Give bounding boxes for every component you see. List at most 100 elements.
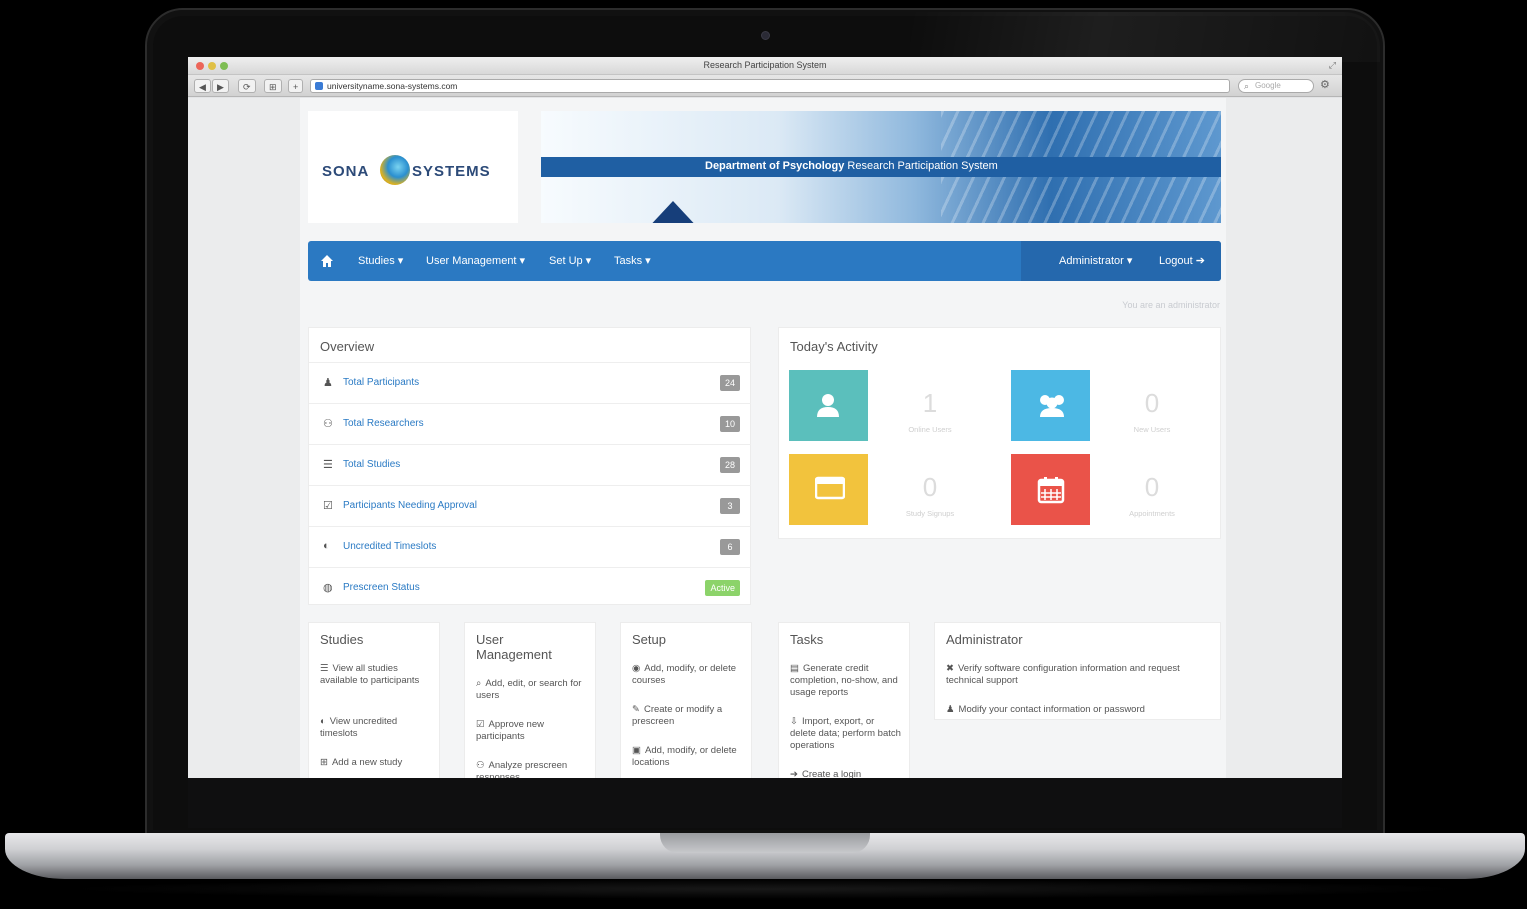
group-icon (1040, 395, 1064, 417)
user-management-section-title: User Management (476, 632, 552, 662)
studies-section-title: Studies (320, 632, 364, 647)
search-input[interactable]: ⌕ Google (1238, 79, 1314, 93)
overview-row[interactable]: ♟ Total Participants 24 (309, 362, 751, 403)
setup-link-label: Create or modify a prescreen (632, 704, 723, 727)
url-bar[interactable]: universityname.sona-systems.com (310, 79, 1230, 93)
overview-row-label[interactable]: Total Researchers (343, 418, 424, 429)
tasks-link-data[interactable]: ⇩ Import, export, or delete data; perform… (790, 716, 902, 752)
laptop-shadow (60, 879, 1470, 899)
setup-link-locations[interactable]: ▣ Add, modify, or delete locations (632, 745, 744, 769)
main-navbar: Studies ▾ User Management ▾ Set Up ▾ Tas… (308, 241, 1221, 281)
studies-link-view-all[interactable]: ☰ View all studies available to participa… (320, 663, 430, 687)
tasks-link-label: Import, export, or delete data; perform … (790, 716, 901, 751)
users-link-search[interactable]: ⌕ Add, edit, or search for users (476, 678, 588, 702)
overview-row[interactable]: ☰ Total Studies 28 (309, 444, 751, 485)
overview-row-badge: 6 (720, 539, 740, 555)
screen-bezel (188, 778, 1342, 828)
studies-link-label: View all studies available to participan… (320, 663, 420, 686)
study-signups-tile[interactable] (789, 454, 868, 525)
tools-icon: ✖ (946, 663, 954, 674)
online-users-count: 1 (922, 388, 938, 418)
nav-administrator[interactable]: Administrator ▾ (1059, 254, 1132, 267)
users-link-prescreen[interactable]: ⚇ Analyze prescreen responses (476, 760, 588, 778)
overview-row-badge: Active (705, 580, 740, 596)
new-users-tile[interactable] (1011, 370, 1090, 441)
overview-row[interactable]: ◐ Uncredited Timeslots 6 (309, 526, 751, 567)
administrator-section-title: Administrator (946, 632, 1023, 647)
studies-link-add[interactable]: ⊞ Add a new study (320, 757, 430, 769)
edit-icon: ✎ (632, 704, 640, 715)
tasks-section: Tasks ▤ Generate credit completion, no-sh… (778, 622, 910, 778)
overview-row[interactable]: ⚇ Total Researchers 10 (309, 403, 751, 444)
study-signups-label: Study Signups (905, 509, 955, 518)
courses-icon: ◉ (632, 663, 641, 674)
studies-link-uncredited[interactable]: ◐ View uncredited timeslots (320, 716, 430, 740)
admin-link-label: Modify your contact information or passw… (958, 704, 1145, 715)
tasks-link-label: Create a login (801, 769, 862, 778)
users-link-label: Analyze prescreen responses (476, 760, 568, 778)
check-icon: ☑ (323, 500, 333, 512)
appointments-label: Appointments (1129, 509, 1175, 518)
activity-panel: Today's Activity 1 Online Users 0 New Us… (778, 327, 1221, 539)
back-button[interactable]: ◀ (194, 79, 211, 93)
gear-icon[interactable]: ⚙ (1320, 79, 1330, 92)
setup-section: Setup ◉ Add, modify, or delete courses ✎ C… (620, 622, 752, 778)
online-users-label: Online Users (908, 425, 952, 434)
logo-swirl-icon (380, 155, 410, 185)
search-placeholder: Google (1255, 81, 1281, 90)
overview-row[interactable]: ☑ Participants Needing Approval 3 (309, 485, 751, 526)
reload-button[interactable]: ⟳ (238, 79, 256, 93)
overview-row-badge: 28 (719, 457, 740, 473)
tasks-link-reports[interactable]: ▤ Generate credit completion, no-show, an… (790, 663, 902, 699)
tasks-link-label: Generate credit completion, no-show, and… (790, 663, 898, 698)
nav-studies[interactable]: Studies ▾ (358, 254, 403, 267)
camera-icon (761, 31, 770, 40)
url-text: universityname.sona-systems.com (327, 81, 458, 91)
overview-row-label[interactable]: Total Participants (343, 377, 419, 388)
admin-link-contact[interactable]: ♟ Modify your contact information or pass… (946, 704, 1208, 716)
users-link-approve[interactable]: ☑ Approve new participants (476, 719, 588, 743)
login-icon: ➔ (790, 769, 798, 778)
tabs-button[interactable]: ⊞ (264, 79, 282, 93)
overview-row-label[interactable]: Prescreen Status (343, 582, 420, 593)
setup-link-prescreen[interactable]: ✎ Create or modify a prescreen (632, 704, 744, 728)
setup-section-title: Setup (632, 632, 666, 647)
import-icon: ⇩ (790, 716, 798, 727)
web-page: SONA SYSTEMS Department of Psychology Re… (188, 98, 1342, 778)
list-icon: ☰ (323, 459, 333, 471)
banner-title-bold: Department of Psychology (705, 160, 845, 172)
admin-link-support[interactable]: ✖ Verify software configuration informati… (946, 663, 1208, 687)
overview-row-label[interactable]: Total Studies (343, 459, 400, 470)
search-icon: ⌕ (476, 678, 482, 689)
overview-row-badge: 24 (719, 375, 740, 391)
forward-button[interactable]: ▶ (212, 79, 229, 93)
new-users-label: New Users (1133, 425, 1171, 434)
appointments-tile[interactable] (1011, 454, 1090, 525)
nav-user-management[interactable]: User Management ▾ (426, 254, 525, 267)
users-link-label: Approve new participants (476, 719, 544, 742)
role-subtitle: You are an administrator (1122, 300, 1220, 310)
search-icon: ⌕ (1244, 81, 1250, 91)
globe-icon: ◍ (323, 582, 333, 594)
administrator-section: Administrator ✖ Verify software configura… (934, 622, 1221, 720)
overview-row-label[interactable]: Uncredited Timeslots (343, 541, 436, 552)
tasks-link-login[interactable]: ➔ Create a login (790, 769, 902, 778)
page-container: SONA SYSTEMS Department of Psychology Re… (300, 98, 1226, 778)
logo-text-right: SYSTEMS (412, 163, 491, 180)
browser-toolbar: ◀ ▶ ⟳ ⊞ + universityname.sona-systems.co… (188, 75, 1342, 97)
overview-row-label[interactable]: Participants Needing Approval (343, 500, 477, 511)
banner-title: Department of Psychology Research Partic… (705, 160, 998, 172)
add-bookmark-button[interactable]: + (288, 79, 304, 93)
online-users-tile[interactable] (789, 370, 868, 441)
setup-link-courses[interactable]: ◉ Add, modify, or delete courses (632, 663, 744, 687)
nav-tasks[interactable]: Tasks ▾ (614, 254, 651, 267)
overview-row[interactable]: ◍ Prescreen Status Active (309, 567, 751, 608)
fullscreen-icon[interactable]: ⤢ (1329, 60, 1336, 71)
setup-link-label: Add, modify, or delete locations (632, 745, 737, 768)
nav-setup[interactable]: Set Up ▾ (549, 254, 591, 267)
banner-title-rest: Research Participation System (847, 160, 998, 172)
user-icon: ♟ (323, 377, 333, 389)
logo[interactable]: SONA SYSTEMS (308, 111, 518, 223)
nav-logout[interactable]: Logout ➔ (1159, 254, 1205, 267)
home-icon[interactable] (320, 254, 334, 268)
